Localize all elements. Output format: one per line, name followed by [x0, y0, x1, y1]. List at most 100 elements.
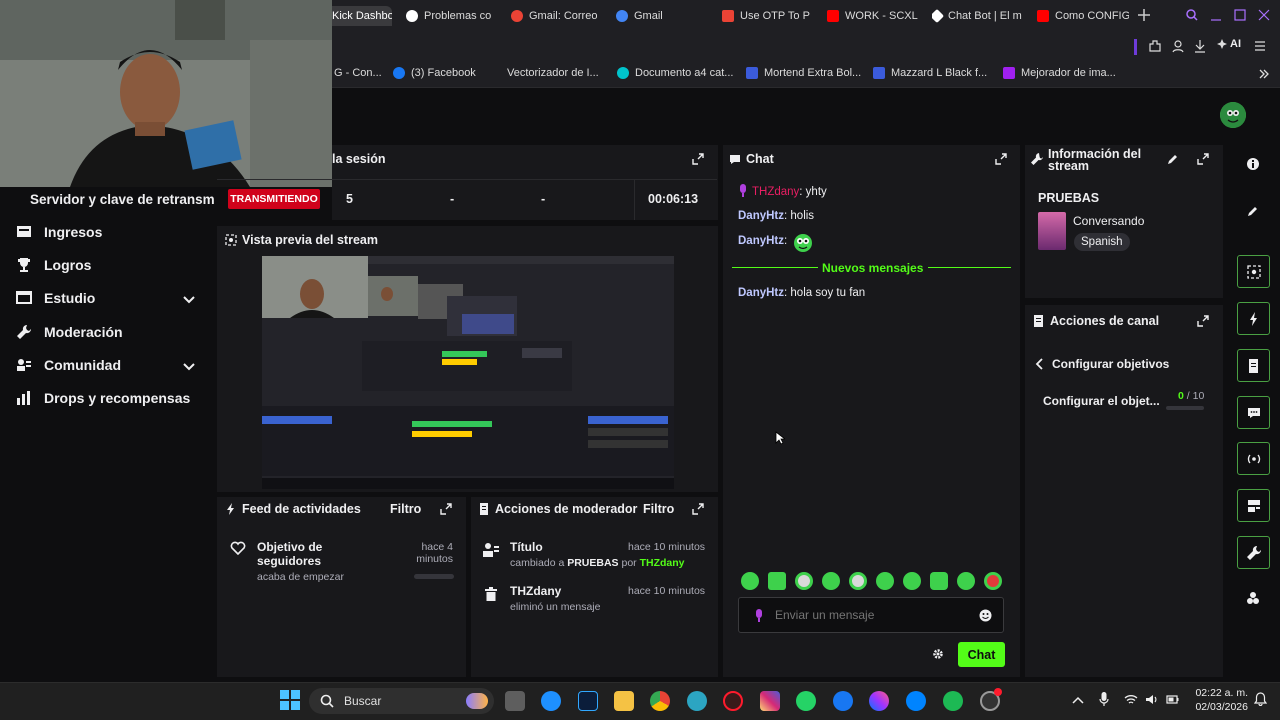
tab-gmail-correo[interactable]: Gmail: Correo: [511, 6, 606, 26]
stream-key-label[interactable]: Servidor y clave de retransm: [30, 192, 216, 207]
add-widget-icon[interactable]: [1246, 591, 1260, 605]
rail-preview-button[interactable]: [1237, 255, 1270, 288]
task-view-icon[interactable]: [505, 691, 525, 711]
edit-pencil-icon[interactable]: [1247, 205, 1259, 217]
mod-desc-user[interactable]: THZdany: [640, 557, 685, 569]
chevron-up-icon[interactable]: [1072, 695, 1084, 705]
chat-message-input[interactable]: [775, 604, 975, 626]
emote-icon[interactable]: [984, 572, 1002, 590]
sidebar-item-comunidad[interactable]: Comunidad: [16, 357, 121, 373]
bookmark-mejorador[interactable]: Mejorador de ima...: [1003, 67, 1116, 79]
chat-username[interactable]: DanyHtz: [738, 235, 784, 247]
emote-icon[interactable]: [768, 572, 786, 590]
search-tabs-icon[interactable]: [1186, 9, 1198, 21]
feed-filter-button[interactable]: Filtro: [390, 502, 421, 516]
rail-stream-info-button[interactable]: [1237, 489, 1270, 522]
popout-icon[interactable]: [995, 153, 1007, 165]
edit-pencil-icon[interactable]: [1167, 153, 1179, 165]
sidebar-item-ingresos[interactable]: Ingresos: [16, 224, 102, 240]
messenger-icon[interactable]: [906, 691, 926, 711]
category-thumbnail[interactable]: [1038, 212, 1066, 250]
spotify-icon[interactable]: [943, 691, 963, 711]
rail-activity-button[interactable]: [1237, 302, 1270, 335]
rail-chat-button[interactable]: [1237, 396, 1270, 429]
microphone-icon[interactable]: [754, 609, 764, 623]
emote-icon[interactable]: [957, 572, 975, 590]
chat-username[interactable]: THZdany: [752, 186, 799, 198]
profile-icon[interactable]: [1171, 39, 1185, 53]
instagram-icon[interactable]: [760, 691, 780, 711]
rail-tools-button[interactable]: [1237, 536, 1270, 569]
popout-icon[interactable]: [440, 503, 452, 515]
download-icon[interactable]: [1193, 39, 1207, 53]
emote-icon[interactable]: [930, 572, 948, 590]
chevron-down-icon[interactable]: [182, 360, 196, 374]
volume-icon[interactable]: [1145, 694, 1158, 705]
tab-work[interactable]: WORK - SCXL: [827, 6, 919, 26]
more-bookmarks-icon[interactable]: [1258, 68, 1270, 80]
extensions-icon[interactable]: [1148, 39, 1162, 53]
app-icon[interactable]: [687, 691, 707, 711]
back-to-goals-button[interactable]: Configurar objetivos: [1034, 357, 1169, 371]
settings-gear-icon[interactable]: [932, 648, 944, 660]
bookmark-documento[interactable]: Documento a4 cat...: [617, 67, 733, 79]
bookmark-mortend[interactable]: Mortend Extra Bol...: [746, 67, 861, 79]
messenger-icon[interactable]: [869, 691, 889, 711]
user-avatar[interactable]: [1220, 102, 1246, 128]
popout-icon[interactable]: [692, 503, 704, 515]
goal-label[interactable]: Configurar el objet...: [1043, 394, 1160, 408]
bookmark-vectorizador[interactable]: Vectorizador de I...: [507, 67, 599, 79]
bookmark-g-con[interactable]: G - Con...: [334, 67, 382, 79]
bookmark-mazzard[interactable]: Mazzard L Black f...: [873, 67, 987, 79]
battery-icon[interactable]: [1166, 693, 1179, 706]
popout-icon[interactable]: [1197, 153, 1209, 165]
emoji-icon[interactable]: [979, 609, 992, 622]
category-name[interactable]: Conversando: [1073, 214, 1144, 228]
edge-browser-icon[interactable]: [541, 691, 561, 711]
emote-icon[interactable]: [741, 572, 759, 590]
windows-start-icon[interactable]: [280, 690, 300, 710]
sidebar-item-estudio[interactable]: Estudio: [16, 290, 95, 306]
wifi-icon[interactable]: [1124, 694, 1138, 705]
info-icon[interactable]: [1247, 157, 1259, 171]
tab-como-config[interactable]: Como CONFIG: [1037, 6, 1129, 26]
photoshop-icon[interactable]: [578, 691, 598, 711]
taskbar-clock[interactable]: 02:22 a. m. 02/03/2026: [1190, 686, 1248, 714]
menu-icon[interactable]: [1254, 40, 1266, 52]
popout-icon[interactable]: [1197, 315, 1209, 327]
emote-icon[interactable]: [822, 572, 840, 590]
taskbar-search[interactable]: Buscar: [309, 688, 494, 714]
tab-gmail[interactable]: Gmail: [616, 6, 696, 26]
emote-icon[interactable]: [795, 572, 813, 590]
chrome-icon[interactable]: [650, 691, 670, 711]
emote-icon[interactable]: [876, 572, 894, 590]
whatsapp-icon[interactable]: [796, 691, 816, 711]
rail-broadcast-button[interactable]: [1237, 442, 1270, 475]
chat-username[interactable]: DanyHtz: [738, 287, 784, 299]
close-window-icon[interactable]: [1258, 9, 1270, 21]
emote-icon[interactable]: [849, 572, 867, 590]
mod-filter-button[interactable]: Filtro: [643, 502, 674, 516]
notification-bell-icon[interactable]: [1254, 692, 1267, 706]
tab-use-otp[interactable]: Use OTP To P: [722, 6, 812, 26]
new-tab-icon[interactable]: [1137, 8, 1151, 22]
bookmark-facebook[interactable]: (3) Facebook: [393, 67, 476, 79]
opera-gx-icon[interactable]: [723, 691, 743, 711]
rail-mod-actions-button[interactable]: [1237, 349, 1270, 382]
tab-chat-bot[interactable]: Chat Bot | El m: [932, 6, 1024, 26]
emote-icon[interactable]: [903, 572, 921, 590]
microphone-icon[interactable]: [1099, 692, 1109, 707]
file-explorer-icon[interactable]: [614, 691, 634, 711]
tab-kick-dashboard[interactable]: Kick Dashbo: [326, 6, 392, 26]
sidebar-item-logros[interactable]: Logros: [16, 257, 91, 273]
popout-icon[interactable]: [692, 153, 704, 165]
facebook-icon[interactable]: [833, 691, 853, 711]
chat-username[interactable]: DanyHtz: [738, 210, 784, 222]
chat-send-button[interactable]: Chat: [958, 642, 1005, 667]
minimize-icon[interactable]: [1210, 9, 1222, 21]
tab-problemas[interactable]: Problemas co: [406, 6, 496, 26]
sidebar-item-moderacion[interactable]: Moderación: [16, 324, 123, 340]
ai-button[interactable]: AI: [1216, 38, 1241, 50]
maximize-icon[interactable]: [1234, 9, 1246, 21]
stream-preview-video[interactable]: [262, 256, 674, 489]
